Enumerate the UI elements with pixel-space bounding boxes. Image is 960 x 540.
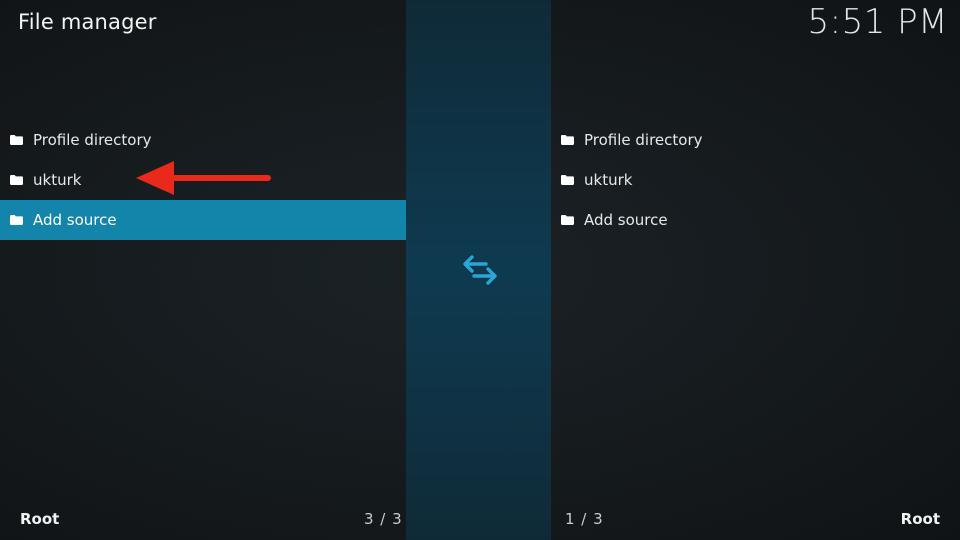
left-count: 3 / 3 xyxy=(364,510,403,528)
center-divider xyxy=(406,0,551,540)
left-path: Root xyxy=(20,510,59,528)
folder-icon xyxy=(561,215,574,225)
folder-icon xyxy=(561,135,574,145)
list-item-label: ukturk xyxy=(33,171,82,189)
right-pane: Profile directory ukturk Add source 1 / … xyxy=(551,0,960,540)
list-item-label: Profile directory xyxy=(584,131,703,149)
left-path-label: Root xyxy=(20,510,60,528)
folder-icon xyxy=(10,175,23,185)
right-list-item-profile-directory[interactable]: Profile directory xyxy=(551,120,960,160)
right-path-label: Root xyxy=(900,510,940,528)
list-item-label: Add source xyxy=(33,211,117,229)
swap-arrows-icon[interactable] xyxy=(462,252,498,288)
list-item-label: Add source xyxy=(584,211,668,229)
file-manager-screen: File manager 5:51 PM Profile directory u… xyxy=(0,0,960,540)
left-pane: Profile directory ukturk Add source Root xyxy=(0,0,406,540)
list-item-label: ukturk xyxy=(584,171,633,189)
left-list-item-add-source[interactable]: Add source xyxy=(0,200,406,240)
right-count: 1 / 3 xyxy=(565,510,604,528)
left-list-item-profile-directory[interactable]: Profile directory xyxy=(0,120,406,160)
right-count-label: 1 / 3 xyxy=(565,510,604,528)
right-list-item-add-source[interactable]: Add source xyxy=(551,200,960,240)
folder-icon xyxy=(10,215,23,225)
folder-icon xyxy=(561,175,574,185)
annotation-arrow-icon xyxy=(136,161,271,195)
folder-icon xyxy=(10,135,23,145)
right-file-list: Profile directory ukturk Add source xyxy=(551,120,960,240)
left-count-label: 3 / 3 xyxy=(364,510,403,528)
right-path: Root xyxy=(901,510,940,528)
list-item-label: Profile directory xyxy=(33,131,152,149)
right-list-item-ukturk[interactable]: ukturk xyxy=(551,160,960,200)
